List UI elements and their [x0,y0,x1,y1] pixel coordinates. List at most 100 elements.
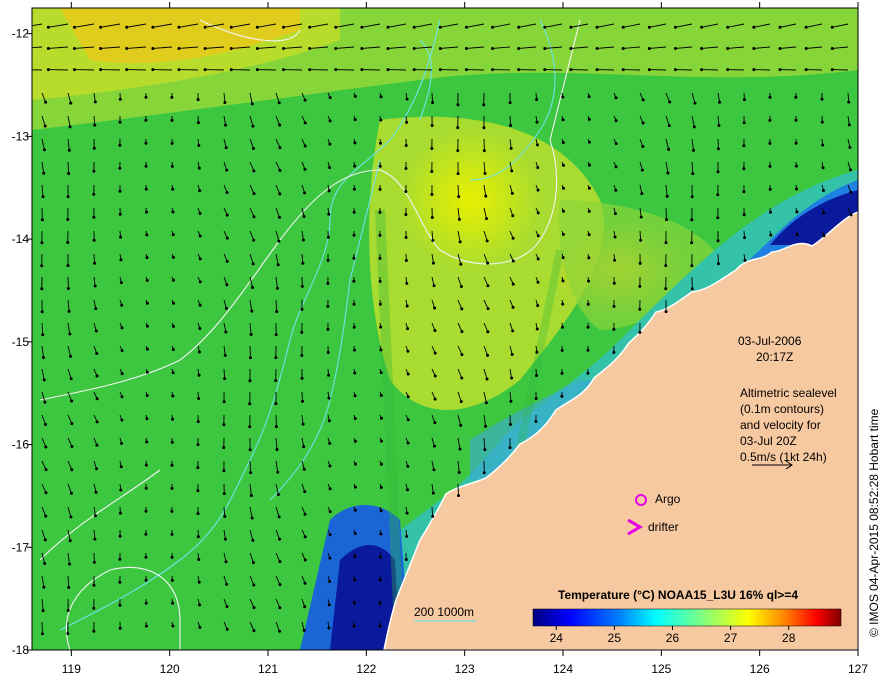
velocity-vector-head [276,470,280,474]
velocity-vector-head [222,492,226,496]
velocity-vector-head [69,101,73,105]
velocity-vector-head [778,46,782,50]
velocity-vector-head [560,348,564,352]
velocity-vector-head [66,195,70,199]
velocity-vector-head [458,447,462,451]
velocity-vector-head [251,262,255,266]
velocity-vector-head [560,394,564,398]
velocity-vector-head [170,118,174,122]
velocity-vector-head [378,578,382,582]
velocity-vector-head [278,629,282,633]
velocity-vector-head [352,624,356,628]
velocity-vector-head [326,304,330,308]
velocity-vector-head [278,583,282,587]
velocity-vector-head [171,348,175,352]
velocity-vector-head [379,325,383,329]
velocity-vector-head [482,149,486,153]
velocity-vector-head [586,302,590,306]
velocity-vector-head [379,509,383,513]
velocity-vector-head [41,195,45,199]
velocity-vector-head [250,102,254,106]
velocity-vector-head [460,330,464,334]
velocity-vector-head [328,510,332,514]
velocity-vector-head [742,144,746,148]
velocity-vector-head [511,214,515,218]
velocity-vector-head [821,188,825,192]
velocity-vector-head [612,327,616,331]
velocity-vector-head [716,216,720,220]
velocity-vector-head [72,46,76,50]
velocity-vector-head [560,371,564,375]
velocity-vector-head [70,444,74,448]
velocity-vector-head [278,146,282,150]
velocity-vector-head [794,164,798,168]
velocity-vector-head [690,218,694,222]
velocity-vector-head [360,25,364,29]
velocity-vector-head [203,68,207,72]
velocity-vector-head [119,235,123,239]
velocity-vector-head [170,95,174,99]
velocity-vector-head [151,25,155,29]
velocity-vector-head [198,211,202,215]
velocity-vector-head [301,261,305,265]
velocity-vector-head [225,236,229,240]
velocity-vector-head [353,118,357,122]
velocity-vector-head [433,374,437,378]
velocity-vector-head [821,166,825,170]
velocity-vector-head [804,25,808,29]
velocity-vector-head [300,330,304,334]
velocity-vector-head [667,147,671,151]
velocity-vector-head [664,218,668,222]
velocity-vector-head [668,100,672,104]
velocity-vector-head [198,303,202,307]
lon-tick-label: 127 [848,662,868,676]
velocity-vector-head [353,394,357,398]
velocity-vector-head [120,372,124,376]
velocity-vector-head [255,25,259,29]
velocity-vector-head [830,46,834,50]
lat-tick-label: -12 [12,27,30,41]
velocity-vector-head [511,282,515,286]
velocity-vector-head [569,46,573,50]
velocity-vector-head [197,350,201,354]
colorbar-tick-label: 25 [608,631,622,645]
velocity-vector-head [171,301,175,305]
velocity-vector-head [229,25,233,29]
velocity-vector-head [250,309,254,313]
velocity-vector-head [225,191,229,195]
velocity-vector-head [198,327,202,331]
velocity-vector-head [144,187,148,191]
velocity-vector-head [406,349,410,353]
velocity-vector-head [252,215,256,219]
velocity-vector-head [203,25,207,29]
velocity-vector-head [726,68,730,72]
velocity-vector-head [561,141,565,145]
velocity-vector-head [171,601,175,605]
velocity-vector-head [93,537,97,541]
velocity-vector-head [196,121,200,125]
velocity-vector-head [94,490,98,494]
velocity-vector-head [171,394,175,398]
velocity-vector-head [40,218,44,222]
velocity-vector-head [460,353,464,357]
velocity-vector-head [223,377,227,381]
velocity-vector-head [483,172,487,176]
velocity-vector-head [491,25,495,29]
velocity-vector-head [404,143,408,147]
credit-label: © IMOS 04-Apr-2015 08:52:28 Hobart time [867,408,880,637]
velocity-vector-head [560,325,564,329]
velocity-vector-head [196,98,200,102]
velocity-vector-head [224,330,228,334]
velocity-vector-head [145,256,149,260]
velocity-vector-head [198,234,202,238]
velocity-vector-head [456,126,460,130]
velocity-vector-head [118,97,122,101]
velocity-vector-head [379,462,383,466]
velocity-vector-head [352,279,356,283]
velocity-vector-head [360,68,364,72]
velocity-vector-head [198,603,202,607]
velocity-vector-head [352,256,356,260]
velocity-vector-head [276,493,280,497]
velocity-vector-head [360,46,364,50]
velocity-vector-head [379,118,383,122]
